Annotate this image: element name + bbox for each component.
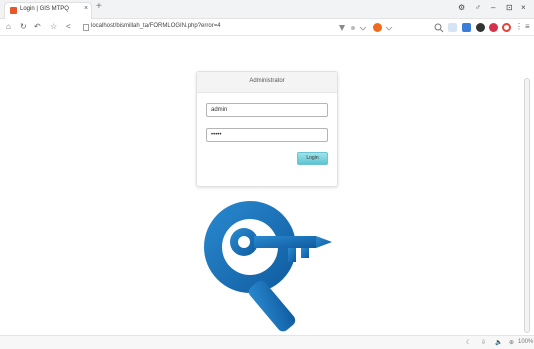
login-card-header: Administrator — [197, 72, 337, 93]
audio-icon[interactable]: 🔈 — [495, 339, 502, 346]
extension-chrome-icon[interactable] — [502, 23, 511, 32]
page-icon — [83, 24, 89, 31]
tab-title: Login | GIS MTPQ — [20, 6, 69, 12]
favicon-icon — [10, 7, 17, 14]
pin-icon[interactable]: ♂ — [475, 3, 481, 12]
extension-pin-icon[interactable] — [476, 23, 485, 32]
login-card: Administrator admin ••••• Login — [196, 71, 338, 187]
refresh-icon[interactable]: ↻ — [20, 22, 27, 31]
password-input[interactable]: ••••• — [206, 128, 328, 142]
sparkle-icon[interactable] — [349, 24, 357, 32]
download-icon[interactable]: ⇩ — [481, 339, 486, 346]
extension-square-icon[interactable] — [462, 23, 471, 32]
extension-red-icon[interactable] — [489, 23, 498, 32]
settings-icon[interactable]: ⚙ — [458, 3, 465, 12]
new-tab-button[interactable]: + — [96, 1, 102, 12]
address-bar: ⌂ ↻ ↶ ☆ < localhost/bismillah_ta/FORMLOG… — [0, 19, 534, 36]
dropdown-icon[interactable] — [359, 24, 367, 32]
status-bar: ☾ ⇩ 🔈 ⊕ 100% — [0, 335, 534, 349]
night-mode-icon[interactable]: ☾ — [466, 339, 471, 346]
username-input[interactable]: admin — [206, 103, 328, 117]
zoom-icon[interactable]: ⊕ — [509, 339, 514, 346]
url-text: localhost/bismillah_ta/FORMLOGIN.php?err… — [91, 23, 221, 29]
search-icon[interactable] — [434, 23, 444, 33]
login-button[interactable]: Login — [297, 152, 328, 165]
close-window-button[interactable]: × — [521, 3, 526, 12]
key-logo-icon — [204, 201, 332, 332]
back-icon[interactable]: ↶ — [34, 22, 41, 31]
sidebar-icon[interactable]: ≡ — [525, 22, 530, 31]
scrollbar[interactable] — [524, 78, 530, 333]
tab-bar: Login | GIS MTPQ × + ⚙ ♂ – ⊡ × — [0, 0, 534, 19]
zoom-level[interactable]: 100% — [518, 339, 533, 345]
tab-close-button[interactable]: × — [84, 5, 88, 12]
bookmark-star-icon[interactable]: ☆ — [50, 22, 57, 31]
search-engine-icon[interactable] — [373, 23, 382, 32]
minimize-button[interactable]: – — [491, 3, 495, 12]
prev-icon[interactable]: < — [66, 22, 71, 31]
engine-dropdown-icon[interactable] — [385, 24, 393, 32]
home-icon[interactable]: ⌂ — [6, 22, 11, 31]
login-title: Administrator — [249, 78, 285, 84]
menu-icon[interactable]: ⋮ — [515, 22, 523, 31]
maximize-button[interactable]: ⊡ — [506, 3, 513, 12]
browser-tab[interactable]: Login | GIS MTPQ × — [4, 2, 92, 19]
extension-grid-icon[interactable] — [448, 23, 457, 32]
shield-icon[interactable] — [338, 24, 346, 32]
